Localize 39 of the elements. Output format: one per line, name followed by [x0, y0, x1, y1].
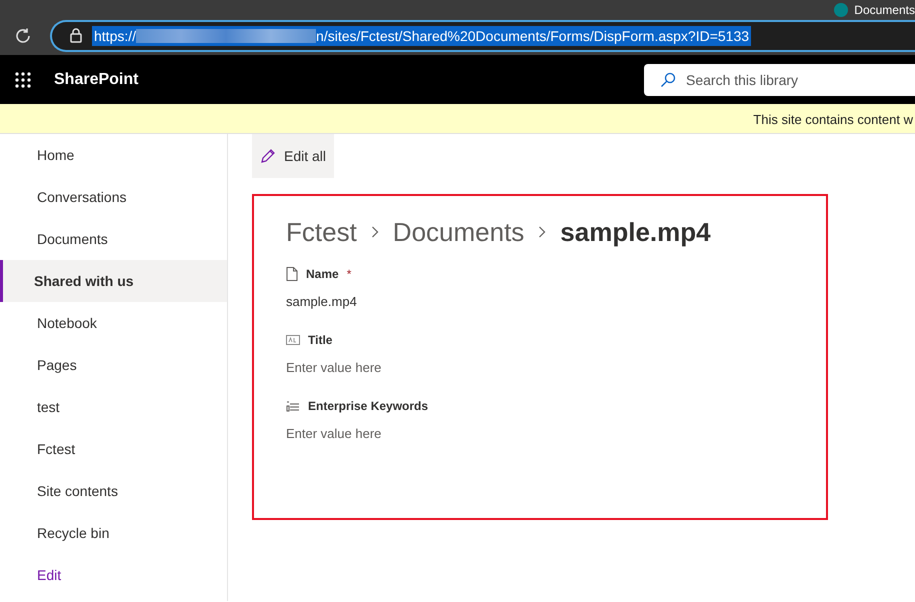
app-launcher-icon[interactable]	[14, 70, 32, 88]
reload-icon[interactable]	[14, 26, 32, 44]
url-text: n/sites/Fctest/Shared%20Documents/Forms/DispForm.aspx?ID=5133	[316, 28, 750, 44]
list-icon	[286, 400, 300, 412]
breadcrumb-item: sample.mp4	[560, 216, 711, 248]
field-label: Enterprise Keywords	[308, 399, 428, 413]
chevron-icon	[370, 226, 379, 238]
text-field-icon	[286, 335, 300, 345]
nav-item[interactable]: Pages	[0, 344, 227, 386]
nav-item[interactable]: Shared with us	[0, 260, 227, 302]
search-icon	[660, 72, 676, 88]
edit-link[interactable]: Edit	[0, 554, 227, 596]
breadcrumb-item[interactable]: Fctest	[286, 216, 357, 248]
edit-all-button[interactable]: Edit all	[252, 134, 334, 178]
nav-item[interactable]: test	[0, 386, 227, 428]
chevron-icon	[538, 226, 546, 238]
url-text: https://	[94, 28, 136, 44]
field-label: Title	[308, 333, 332, 347]
nav-item[interactable]: Fctest	[0, 428, 227, 470]
document-icon	[286, 267, 298, 281]
field-value[interactable]: sample.mp4	[286, 284, 794, 318]
input-field[interactable]: Enter value here	[286, 350, 794, 384]
nav-item[interactable]: Home	[0, 134, 227, 176]
nav-item[interactable]: Site contents	[0, 470, 227, 512]
address-bar[interactable]: https:// n/sites/Fctest/Shared%20Documents/Forms/DispForm.aspx?ID=5133	[50, 20, 915, 52]
nav-item[interactable]: Conversations	[0, 176, 227, 218]
input-field[interactable]: Enter value here	[286, 416, 794, 450]
pencil-icon	[260, 148, 276, 164]
required-asterisk: *	[346, 267, 352, 281]
banner-message: This site contains content w	[753, 112, 913, 127]
search-field[interactable]: Search this library	[644, 64, 915, 96]
nav-item[interactable]: Documents	[0, 218, 227, 260]
nav-item[interactable]: Notebook	[0, 302, 227, 344]
nav-item[interactable]: Recycle bin	[0, 512, 227, 554]
lock-icon	[70, 28, 82, 43]
app-name[interactable]: SharePoint	[54, 70, 138, 88]
field-label: Name	[306, 267, 339, 281]
breadcrumb-item[interactable]: Documents	[392, 216, 524, 248]
browser-tab[interactable]: Documents	[834, 4, 915, 16]
